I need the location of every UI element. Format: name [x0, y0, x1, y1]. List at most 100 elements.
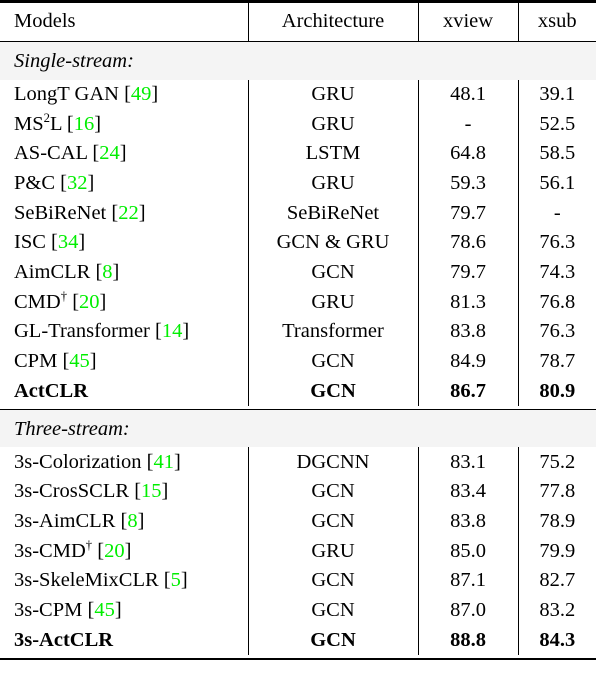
citation-reference[interactable]: [14]	[155, 320, 189, 342]
citation-number[interactable]: 22	[118, 202, 139, 224]
citation-reference[interactable]: [24]	[92, 142, 126, 164]
citation-bracket-open: [	[60, 172, 67, 195]
cell-xsub: 75.2	[517, 447, 596, 477]
cell-xview: 59.3	[417, 168, 518, 199]
citation-number[interactable]: 34	[58, 231, 79, 253]
model-name: CMD	[14, 290, 61, 313]
table-row: LongT GAN [49] GRU 48.1 39.1	[0, 79, 596, 110]
cell-model: ISC [34]	[0, 228, 248, 258]
citation-reference[interactable]: [16]	[67, 113, 101, 135]
citation-number[interactable]: 14	[162, 320, 183, 342]
table-body: Single-stream: LongT GAN [49] GRU 48.1 39.1 M…	[0, 42, 596, 661]
cell-model: ActCLR	[0, 376, 248, 406]
cell-model: CPM [45]	[0, 346, 248, 376]
citation-number[interactable]: 32	[67, 172, 88, 194]
cell-xsub: 82.7	[517, 565, 596, 596]
cell-xview: 64.8	[417, 138, 518, 169]
model-name: ISC	[14, 231, 46, 254]
citation-number[interactable]: 16	[74, 113, 95, 135]
cell-xsub: 76.3	[517, 316, 596, 347]
citation-bracket-close: ]	[99, 290, 107, 313]
citation-number[interactable]: 8	[127, 510, 137, 532]
model-name: ActCLR	[14, 379, 89, 402]
citation-bracket-close: ]	[94, 112, 102, 135]
table-row: AS-CAL [24] LSTM 64.8 58.5	[0, 138, 596, 169]
cell-model: 3s-CPM [45]	[0, 596, 248, 626]
citation-reference[interactable]: [20]	[72, 291, 106, 313]
citation-number[interactable]: 45	[69, 350, 90, 372]
model-name: CPM	[14, 349, 58, 372]
cell-model: 3s-Colorization [41]	[0, 447, 248, 477]
cell-xsub: 76.8	[517, 287, 596, 317]
cell-architecture: DGCNN	[247, 447, 418, 477]
cell-model: 3s-CrosSCLR [15]	[0, 477, 248, 507]
model-name: 3s-CPM	[14, 599, 83, 622]
table-row: GL-Transformer [14] Transformer 83.8 76.3	[0, 316, 596, 347]
section-title: Single-stream:	[0, 42, 596, 80]
column-header-models: Models	[14, 10, 76, 32]
cell-model: GL-Transformer [14]	[0, 317, 248, 347]
table-row: MS2L [16] GRU -52.5	[0, 109, 596, 139]
citation-number[interactable]: 41	[154, 451, 175, 473]
citation-number[interactable]: 24	[99, 142, 120, 164]
bottom-rule	[0, 657, 596, 661]
citation-bracket-close: ]	[151, 83, 159, 106]
dagger-marker: †	[60, 288, 68, 303]
model-name: LongT GAN	[14, 83, 119, 106]
citation-reference[interactable]: [34]	[51, 231, 85, 253]
table-row: AimCLR [8] GCN 79.7 74.3	[0, 257, 596, 288]
table-row: 3s-CPM [45] GCN 87.0 83.2	[0, 595, 596, 626]
citation-reference[interactable]: [49]	[124, 83, 158, 105]
citation-reference[interactable]: [32]	[60, 172, 94, 194]
citation-bracket-open: [	[72, 290, 80, 313]
citation-number[interactable]: 8	[102, 261, 112, 283]
table-row: SeBiReNet [22] SeBiReNet 79.7-	[0, 198, 596, 228]
citation-reference[interactable]: [22]	[111, 202, 145, 224]
cell-xview: -	[417, 109, 518, 139]
cell-xsub: 78.7	[517, 346, 596, 377]
citation-bracket-open: [	[134, 480, 142, 503]
citation-reference[interactable]: [15]	[134, 480, 168, 502]
citation-bracket-open: [	[163, 569, 171, 592]
model-name: 3s-SkeleMixCLR	[14, 569, 159, 592]
citation-reference[interactable]: [20]	[97, 540, 131, 562]
citation-reference[interactable]: [8]	[121, 510, 145, 532]
cell-model: 3s-SkeleMixCLR [5]	[0, 566, 248, 596]
cell-model: AS-CAL [24]	[0, 139, 248, 169]
citation-reference[interactable]: [45]	[62, 350, 96, 372]
citation-number[interactable]: 5	[171, 569, 181, 591]
citation-reference[interactable]: [5]	[164, 569, 188, 591]
cell-architecture: GRU	[247, 109, 418, 139]
results-table: Models Architecture xview xsub Single-st…	[0, 0, 596, 661]
citation-number[interactable]: 20	[104, 540, 125, 562]
cell-architecture: Transformer	[247, 316, 418, 347]
citation-number[interactable]: 49	[131, 83, 152, 105]
cell-architecture: GCN & GRU	[247, 227, 418, 258]
table-row: ActCLR GCN 86.7 80.9	[0, 376, 596, 406]
cell-xview: 86.7	[417, 376, 518, 406]
cell-xsub: -	[517, 198, 596, 228]
cell-xview: 78.6	[417, 227, 518, 258]
table-row: CMD† [20] GRU 81.3 76.8	[0, 287, 596, 317]
cell-xsub: 77.8	[517, 476, 596, 507]
citation-bracket-open: [	[51, 231, 58, 254]
citation-bracket-close: ]	[138, 201, 146, 224]
citation-reference[interactable]: [41]	[147, 451, 181, 473]
citation-number[interactable]: 20	[79, 291, 100, 313]
citation-reference[interactable]: [45]	[87, 599, 121, 621]
column-header-xview: xview	[417, 3, 518, 42]
table-header: Models Architecture xview xsub	[0, 0, 596, 42]
cell-xsub: 56.1	[517, 168, 596, 199]
citation-reference[interactable]: [8]	[95, 261, 119, 283]
cell-xview: 85.0	[417, 536, 518, 566]
cell-model: LongT GAN [49]	[0, 80, 248, 110]
cell-architecture: GCN	[247, 376, 418, 406]
header-row: Models Architecture xview xsub	[0, 3, 596, 42]
citation-bracket-open: [	[146, 450, 154, 473]
citation-bracket-close: ]	[78, 231, 86, 254]
citation-bracket-close: ]	[112, 260, 120, 283]
citation-number[interactable]: 45	[94, 599, 115, 621]
citation-number[interactable]: 15	[141, 480, 162, 502]
citation-bracket-open: [	[155, 320, 162, 343]
citation-bracket-close: ]	[174, 450, 181, 473]
